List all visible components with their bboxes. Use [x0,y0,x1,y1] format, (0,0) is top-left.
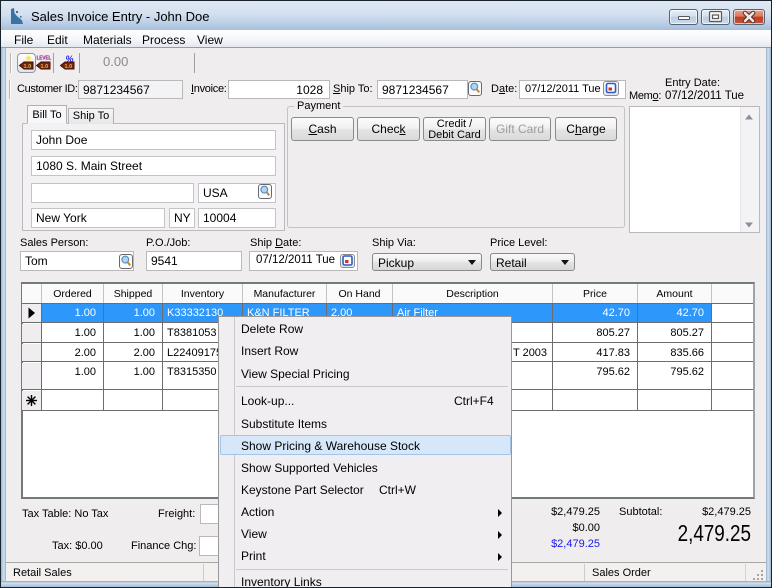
svg-text:1.0: 1.0 [65,64,73,70]
svg-text:1.0: 1.0 [24,64,32,70]
svg-text:1.0: 1.0 [41,64,49,70]
svg-text:LEVEL: LEVEL [37,56,52,62]
